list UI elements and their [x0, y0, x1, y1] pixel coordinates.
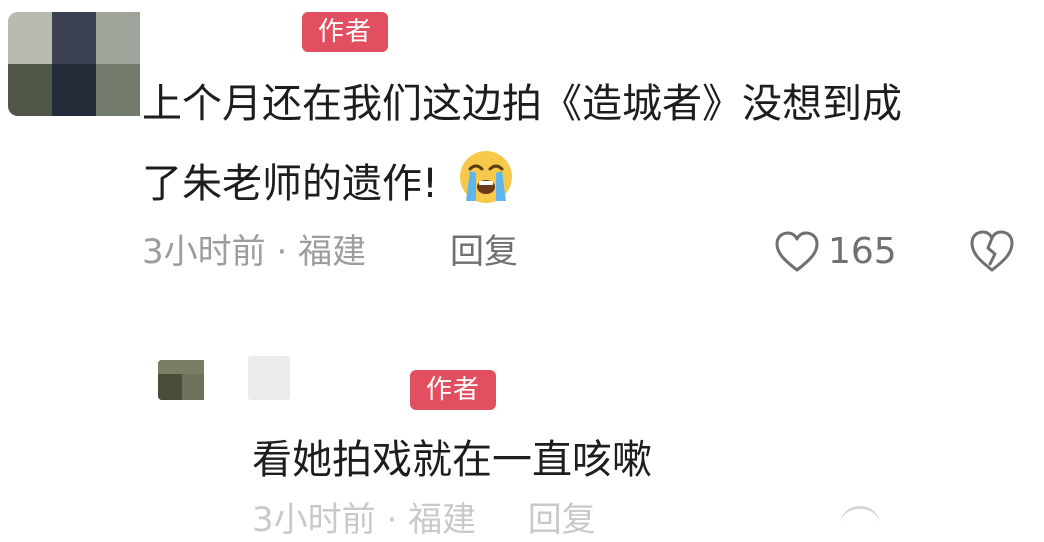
like-button[interactable]: 165 [774, 228, 897, 276]
reply-avatar[interactable] [158, 360, 204, 400]
reply-username-placeholder[interactable] [248, 356, 290, 400]
comment-text-line-1: 上个月还在我们这边拍《造城者》没想到成 [142, 81, 902, 127]
reply-location: 福建 [408, 500, 477, 540]
comment-text: 上个月还在我们这边拍《造城者》没想到成 了朱老师的遗作! [142, 64, 1022, 224]
reply-time: 3小时前 [252, 500, 376, 540]
avatar[interactable] [8, 12, 140, 116]
loudly-crying-face-icon [460, 151, 513, 203]
heart-icon [775, 231, 819, 272]
comment-meta: 3小时前 · 福建 [142, 230, 366, 274]
reply-reply-button[interactable]: 回复 [528, 500, 596, 540]
author-badge: 作者 [302, 12, 388, 52]
author-badge-reply: 作者 [410, 370, 496, 410]
broken-heart-icon[interactable] [968, 228, 1016, 276]
comment-location: 福建 [298, 232, 367, 272]
like-count: 165 [828, 231, 897, 272]
comment-text-line-2: 了朱老师的遗作! [142, 144, 1022, 224]
meta-separator: · [386, 500, 398, 540]
comment-text-line-2-text: 了朱老师的遗作! [142, 161, 439, 207]
reply-button[interactable]: 回复 [450, 230, 518, 274]
meta-separator: · [276, 232, 288, 272]
reply-meta: 3小时前 · 福建 回复 [252, 498, 596, 542]
comment-time: 3小时前 [142, 232, 266, 272]
reply-text: 看她拍戏就在一直咳嗽 [252, 437, 652, 483]
